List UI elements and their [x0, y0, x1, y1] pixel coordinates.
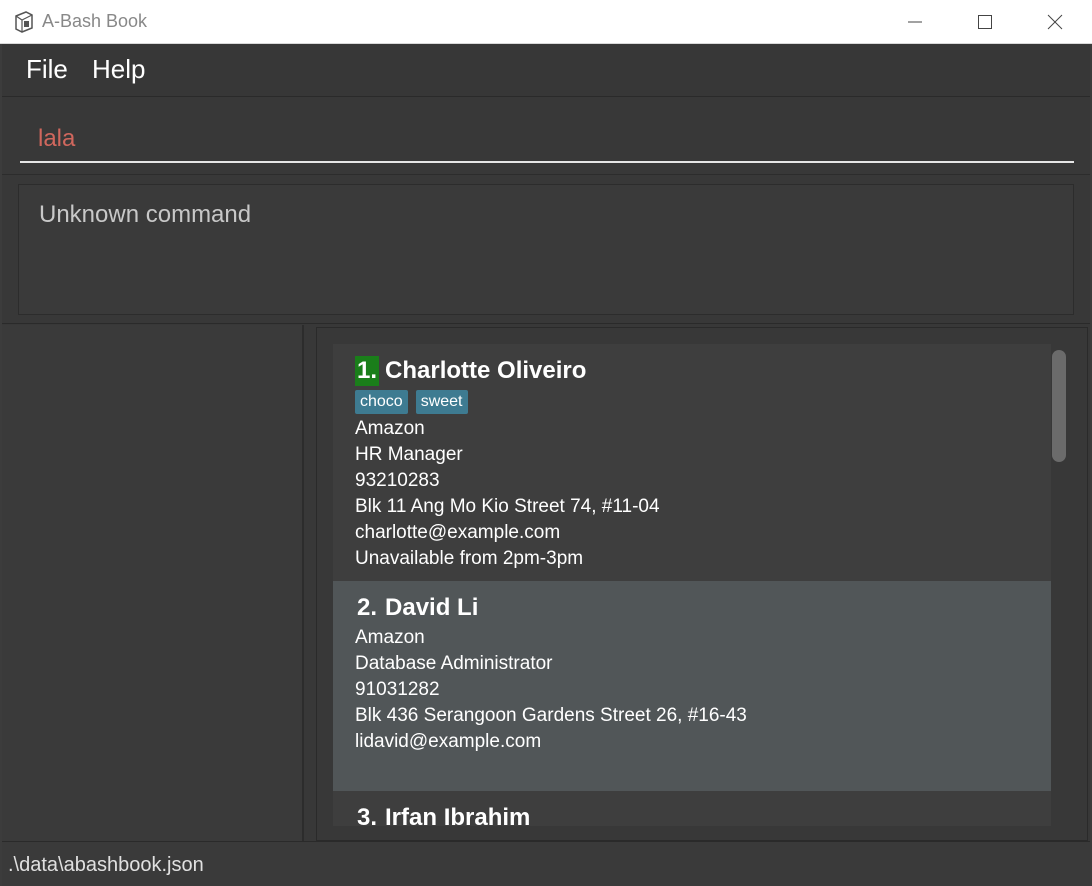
person-role: HR Manager: [355, 444, 463, 465]
tag: choco: [355, 390, 408, 414]
app-icon: [12, 10, 36, 34]
menu-help[interactable]: Help: [92, 54, 145, 85]
close-icon: [1047, 14, 1063, 30]
scrollbar-thumb[interactable]: [1052, 350, 1066, 462]
title-bar: A-Bash Book: [0, 0, 1092, 44]
person-card[interactable]: 3. Irfan Ibrahim: [333, 791, 1051, 826]
person-index: 3.: [357, 804, 378, 826]
person-index: 1.: [355, 356, 380, 386]
result-display-wrapper: Unknown command: [2, 175, 1090, 324]
person-list-panel: 1. Charlotte Oliveiro choco sweet Amazon H…: [316, 327, 1088, 841]
person-card-header: 1. Charlotte Oliveiro: [355, 356, 1051, 386]
minimize-button[interactable]: [880, 0, 950, 44]
person-list[interactable]: 1. Charlotte Oliveiro choco sweet Amazon H…: [333, 344, 1051, 826]
person-name: Charlotte Oliveiro: [385, 357, 587, 384]
menu-file[interactable]: File: [26, 54, 68, 85]
person-name: Irfan Ibrahim: [385, 804, 531, 826]
minimize-icon: [908, 21, 922, 23]
person-availability: Unavailable from 2pm-3pm: [355, 548, 584, 569]
tag-list: choco sweet: [355, 390, 1051, 416]
person-card-header: 2. David Li: [355, 593, 1051, 623]
status-bar: .\data\abashbook.json: [2, 841, 1090, 886]
result-text: Unknown command: [39, 201, 252, 228]
menu-bar: File Help: [2, 44, 1090, 97]
person-email: lidavid@example.com: [355, 731, 542, 752]
window-title: A-Bash Book: [42, 11, 148, 31]
maximize-button[interactable]: [950, 0, 1020, 44]
person-company: Amazon: [355, 627, 425, 648]
command-input[interactable]: [20, 117, 1074, 163]
close-button[interactable]: [1020, 0, 1090, 44]
person-role: Database Administrator: [355, 653, 553, 674]
person-index: 2.: [357, 594, 378, 621]
person-card[interactable]: 1. Charlotte Oliveiro choco sweet Amazon H…: [333, 344, 1051, 581]
person-name: David Li: [385, 594, 479, 621]
person-address: Blk 11 Ang Mo Kio Street 74, #11-04: [355, 496, 660, 517]
tag: sweet: [415, 390, 468, 414]
app-window: File Help Unknown command 1.Charlotte Ol…: [2, 44, 1090, 886]
person-card-selected[interactable]: 2. David Li Amazon Database Administrator…: [333, 581, 1051, 791]
command-box: [2, 97, 1090, 175]
status-file-path: .\data\abashbook.json: [8, 854, 204, 876]
left-panel: [2, 325, 304, 841]
person-phone: 93210283: [355, 470, 440, 491]
person-card-header: 3. Irfan Ibrahim: [355, 803, 1051, 826]
person-email: charlotte@example.com: [355, 522, 561, 543]
person-company: Amazon: [355, 418, 425, 439]
maximize-icon: [978, 15, 992, 29]
result-display: Unknown command: [18, 184, 1074, 315]
person-phone: 91031282: [355, 679, 440, 700]
person-address: Blk 436 Serangoon Gardens Street 26, #16…: [355, 705, 747, 726]
